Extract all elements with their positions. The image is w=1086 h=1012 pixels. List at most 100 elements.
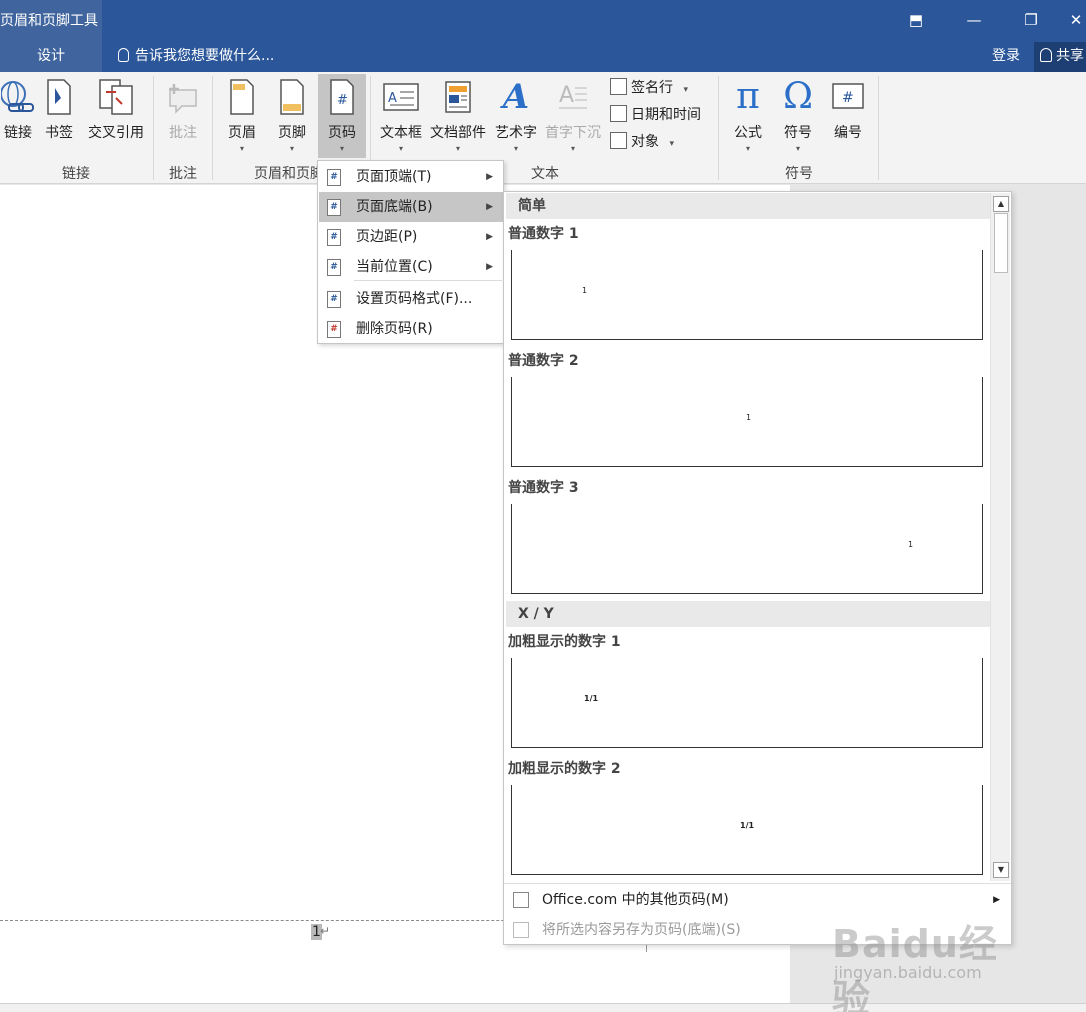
footer-icon (272, 78, 312, 116)
page-number-icon: # (327, 169, 341, 186)
ribbon-display-icon[interactable]: ⬒ (904, 8, 928, 32)
numbering-label: 编号 (834, 125, 862, 141)
baidu-watermark: Baidu经验 jingyan.baidu.com (832, 905, 1032, 1012)
footer-label: 页脚 (278, 125, 306, 141)
scroll-up-icon[interactable]: ▲ (993, 196, 1009, 212)
gallery-item-plain-number-3[interactable]: 1 (511, 504, 983, 594)
chevron-down-icon: ▾ (795, 144, 800, 153)
menu-separator (354, 280, 502, 281)
svg-text:#: # (337, 93, 348, 108)
title-bar: 页眉和页脚工具 ⬒ — ❐ ✕ (0, 0, 1086, 42)
office-com-icon (513, 892, 529, 908)
tab-row: 设计 告诉我您想要做什么... 登录 共享 (0, 42, 1086, 72)
chevron-down-icon: ▾ (398, 144, 403, 153)
restore-icon[interactable]: ❐ (1019, 8, 1043, 32)
menu-item-format-page-numbers[interactable]: # 设置页码格式(F)... (319, 284, 503, 314)
gallery-category-header: 简单 (506, 193, 990, 219)
group-label-comments: 批注 (169, 166, 197, 182)
page-number-button[interactable]: # 页码 ▾ (318, 74, 366, 158)
chevron-down-icon: ▾ (513, 144, 518, 153)
minimize-icon[interactable]: — (962, 8, 986, 32)
person-icon (1040, 48, 1052, 62)
link-label: 链接 (4, 125, 32, 141)
textbox-icon: A (376, 78, 426, 116)
header-label: 页眉 (228, 125, 256, 141)
cross-reference-icon (84, 78, 148, 116)
watermark-url: jingyan.baidu.com (834, 963, 982, 982)
bookmark-label: 书签 (45, 125, 73, 141)
group-separator (212, 76, 213, 180)
header-button[interactable]: 页眉 ▾ (222, 78, 262, 158)
chevron-down-icon: ▾ (455, 144, 460, 153)
comment-button[interactable]: 批注 (160, 78, 206, 158)
gallery-item-title: 普通数字 1 (508, 226, 579, 242)
menu-item-bottom-of-page[interactable]: # 页面底端(B) ▶ (319, 192, 503, 222)
gallery-item-bold-number-1[interactable]: 1/1 (511, 658, 983, 748)
svg-text:A: A (388, 91, 397, 106)
header-icon (222, 78, 262, 116)
numbering-button[interactable]: # 编号 (826, 78, 870, 158)
document-parts-button[interactable]: 文档部件 ▾ (428, 78, 488, 158)
date-time-label: 日期和时间 (631, 107, 701, 123)
menu-item-page-margins[interactable]: # 页边距(P) ▶ (319, 222, 503, 252)
menu-item-label: 页面底端(B) (356, 199, 433, 215)
link-button[interactable]: 链接 (0, 78, 36, 158)
remove-page-number-icon: # (327, 321, 341, 338)
gallery-footer-separator (504, 883, 1011, 884)
date-time-button[interactable]: 日期和时间 (610, 103, 701, 127)
wordart-icon: A (502, 77, 530, 117)
drop-cap-icon: A (542, 78, 604, 116)
pi-icon: π (736, 76, 760, 117)
page-number-label: 页码 (328, 125, 356, 141)
scroll-down-icon[interactable]: ▼ (993, 862, 1009, 878)
gallery-item-bold-number-2[interactable]: 1/1 (511, 785, 983, 875)
cross-reference-button[interactable]: 交叉引用 (84, 78, 148, 158)
comment-icon (160, 78, 206, 116)
chevron-down-icon: ▾ (669, 139, 674, 149)
bookmark-button[interactable]: 书签 (40, 78, 78, 158)
ribbon: 链接 书签 交叉引用 链接 批注 批注 页眉 ▾ 页脚 ▾ # 页码 ▾ 页眉和… (0, 72, 1086, 184)
sample-page-number: 1 (582, 286, 588, 295)
chevron-down-icon: ▾ (239, 144, 244, 153)
signature-line-button[interactable]: 签名行 ▾ (610, 76, 688, 100)
gallery-item-plain-number-2[interactable]: 1 (511, 377, 983, 467)
gallery-list: 简单 普通数字 1 1 普通数字 2 1 普通数字 3 1 X / Y 加粗显示… (504, 192, 990, 882)
textbox-button[interactable]: A 文本框 ▾ (376, 78, 426, 158)
symbol-button[interactable]: Ω 符号 ▾ (776, 78, 820, 158)
document-parts-icon (428, 78, 488, 116)
footer-button[interactable]: 页脚 ▾ (272, 78, 312, 158)
scroll-thumb[interactable] (994, 213, 1008, 273)
equation-button[interactable]: π 公式 ▾ (726, 78, 770, 158)
chevron-right-icon: ▶ (486, 172, 493, 182)
chevron-right-icon: ▶ (486, 232, 493, 242)
menu-item-label: 页边距(P) (356, 229, 418, 245)
drop-cap-button[interactable]: A 首字下沉 ▾ (542, 78, 604, 158)
omega-icon: Ω (783, 76, 813, 117)
chevron-down-icon: ▾ (570, 144, 575, 153)
wordart-button[interactable]: A 艺术字 ▾ (492, 78, 540, 158)
menu-item-top-of-page[interactable]: # 页面顶端(T) ▶ (319, 162, 503, 192)
menu-item-remove-page-numbers[interactable]: # 删除页码(R) (319, 314, 503, 344)
share-button[interactable]: 共享 (1034, 42, 1086, 72)
menu-item-current-position[interactable]: # 当前位置(C) ▶ (319, 252, 503, 282)
gallery-category-header: X / Y (506, 601, 990, 627)
gallery-item-title: 加粗显示的数字 1 (508, 634, 621, 650)
symbol-label: 符号 (784, 125, 812, 141)
tell-me-box[interactable]: 告诉我您想要做什么... (118, 42, 274, 70)
chevron-right-icon: ▶ (486, 262, 493, 272)
page-number-icon: # (327, 259, 341, 276)
close-icon[interactable]: ✕ (1064, 8, 1086, 32)
page-number-icon: # (327, 199, 341, 216)
gallery-scrollbar[interactable]: ▲ ▼ (990, 193, 1010, 881)
gallery-item-plain-number-1[interactable]: 1 (511, 250, 983, 340)
bottom-of-page-gallery: 简单 普通数字 1 1 普通数字 2 1 普通数字 3 1 X / Y 加粗显示… (503, 191, 1012, 945)
login-link[interactable]: 登录 (992, 42, 1020, 70)
save-to-gallery-icon (513, 922, 529, 938)
object-icon (610, 132, 627, 149)
wordart-label: 艺术字 (495, 125, 537, 141)
object-button[interactable]: 对象 ▾ (610, 130, 674, 154)
page-number-menu: # 页面顶端(T) ▶ # 页面底端(B) ▶ # 页边距(P) ▶ # 当前位… (317, 160, 504, 344)
tab-design[interactable]: 设计 (0, 42, 102, 72)
share-label: 共享 (1056, 48, 1084, 64)
page-number-icon: # (318, 78, 366, 116)
